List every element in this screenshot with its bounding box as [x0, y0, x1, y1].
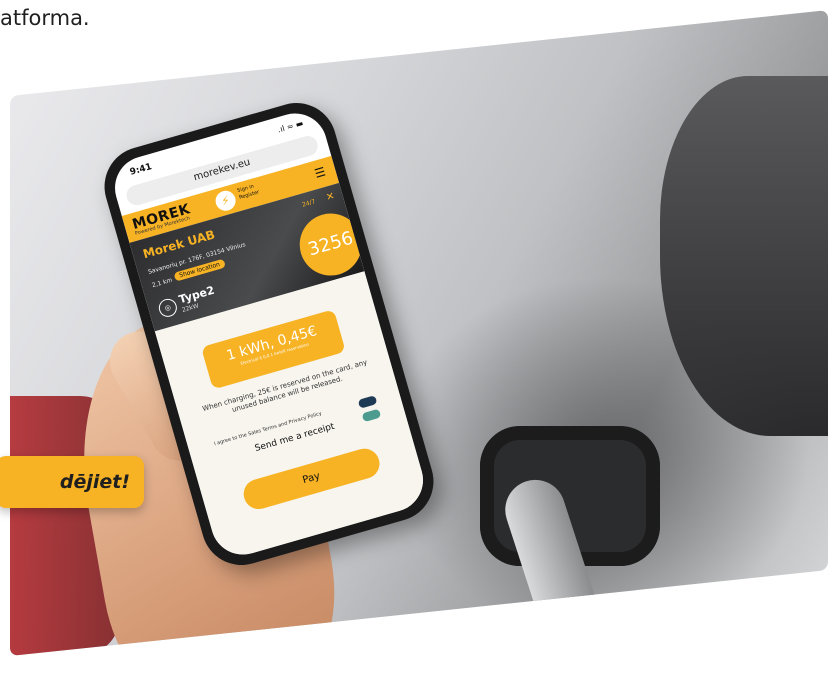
- callout-badge[interactable]: dējiet!: [0, 456, 144, 508]
- plug-icon: ◎: [156, 296, 180, 319]
- pay-button[interactable]: Pay: [240, 445, 384, 513]
- availability: 24/7: [301, 198, 317, 209]
- clock: 9:41: [128, 162, 154, 178]
- signal-icon: .ıl ≈ ▬: [276, 118, 305, 135]
- close-icon[interactable]: ✕: [325, 191, 336, 204]
- terms-toggle[interactable]: [357, 395, 378, 409]
- sign-in-links[interactable]: Sign in Register: [237, 183, 261, 202]
- receipt-toggle[interactable]: [361, 408, 382, 423]
- distance: 2,1 km: [151, 276, 174, 290]
- station-code: 3256: [292, 206, 370, 283]
- bolt-icon: ⚡: [213, 188, 238, 214]
- ev-charging-photo: [10, 10, 828, 657]
- price-value: 1 kWh, 0,45€: [224, 323, 319, 365]
- menu-icon[interactable]: ☰: [313, 164, 327, 180]
- intro-text: atforma.: [0, 6, 90, 30]
